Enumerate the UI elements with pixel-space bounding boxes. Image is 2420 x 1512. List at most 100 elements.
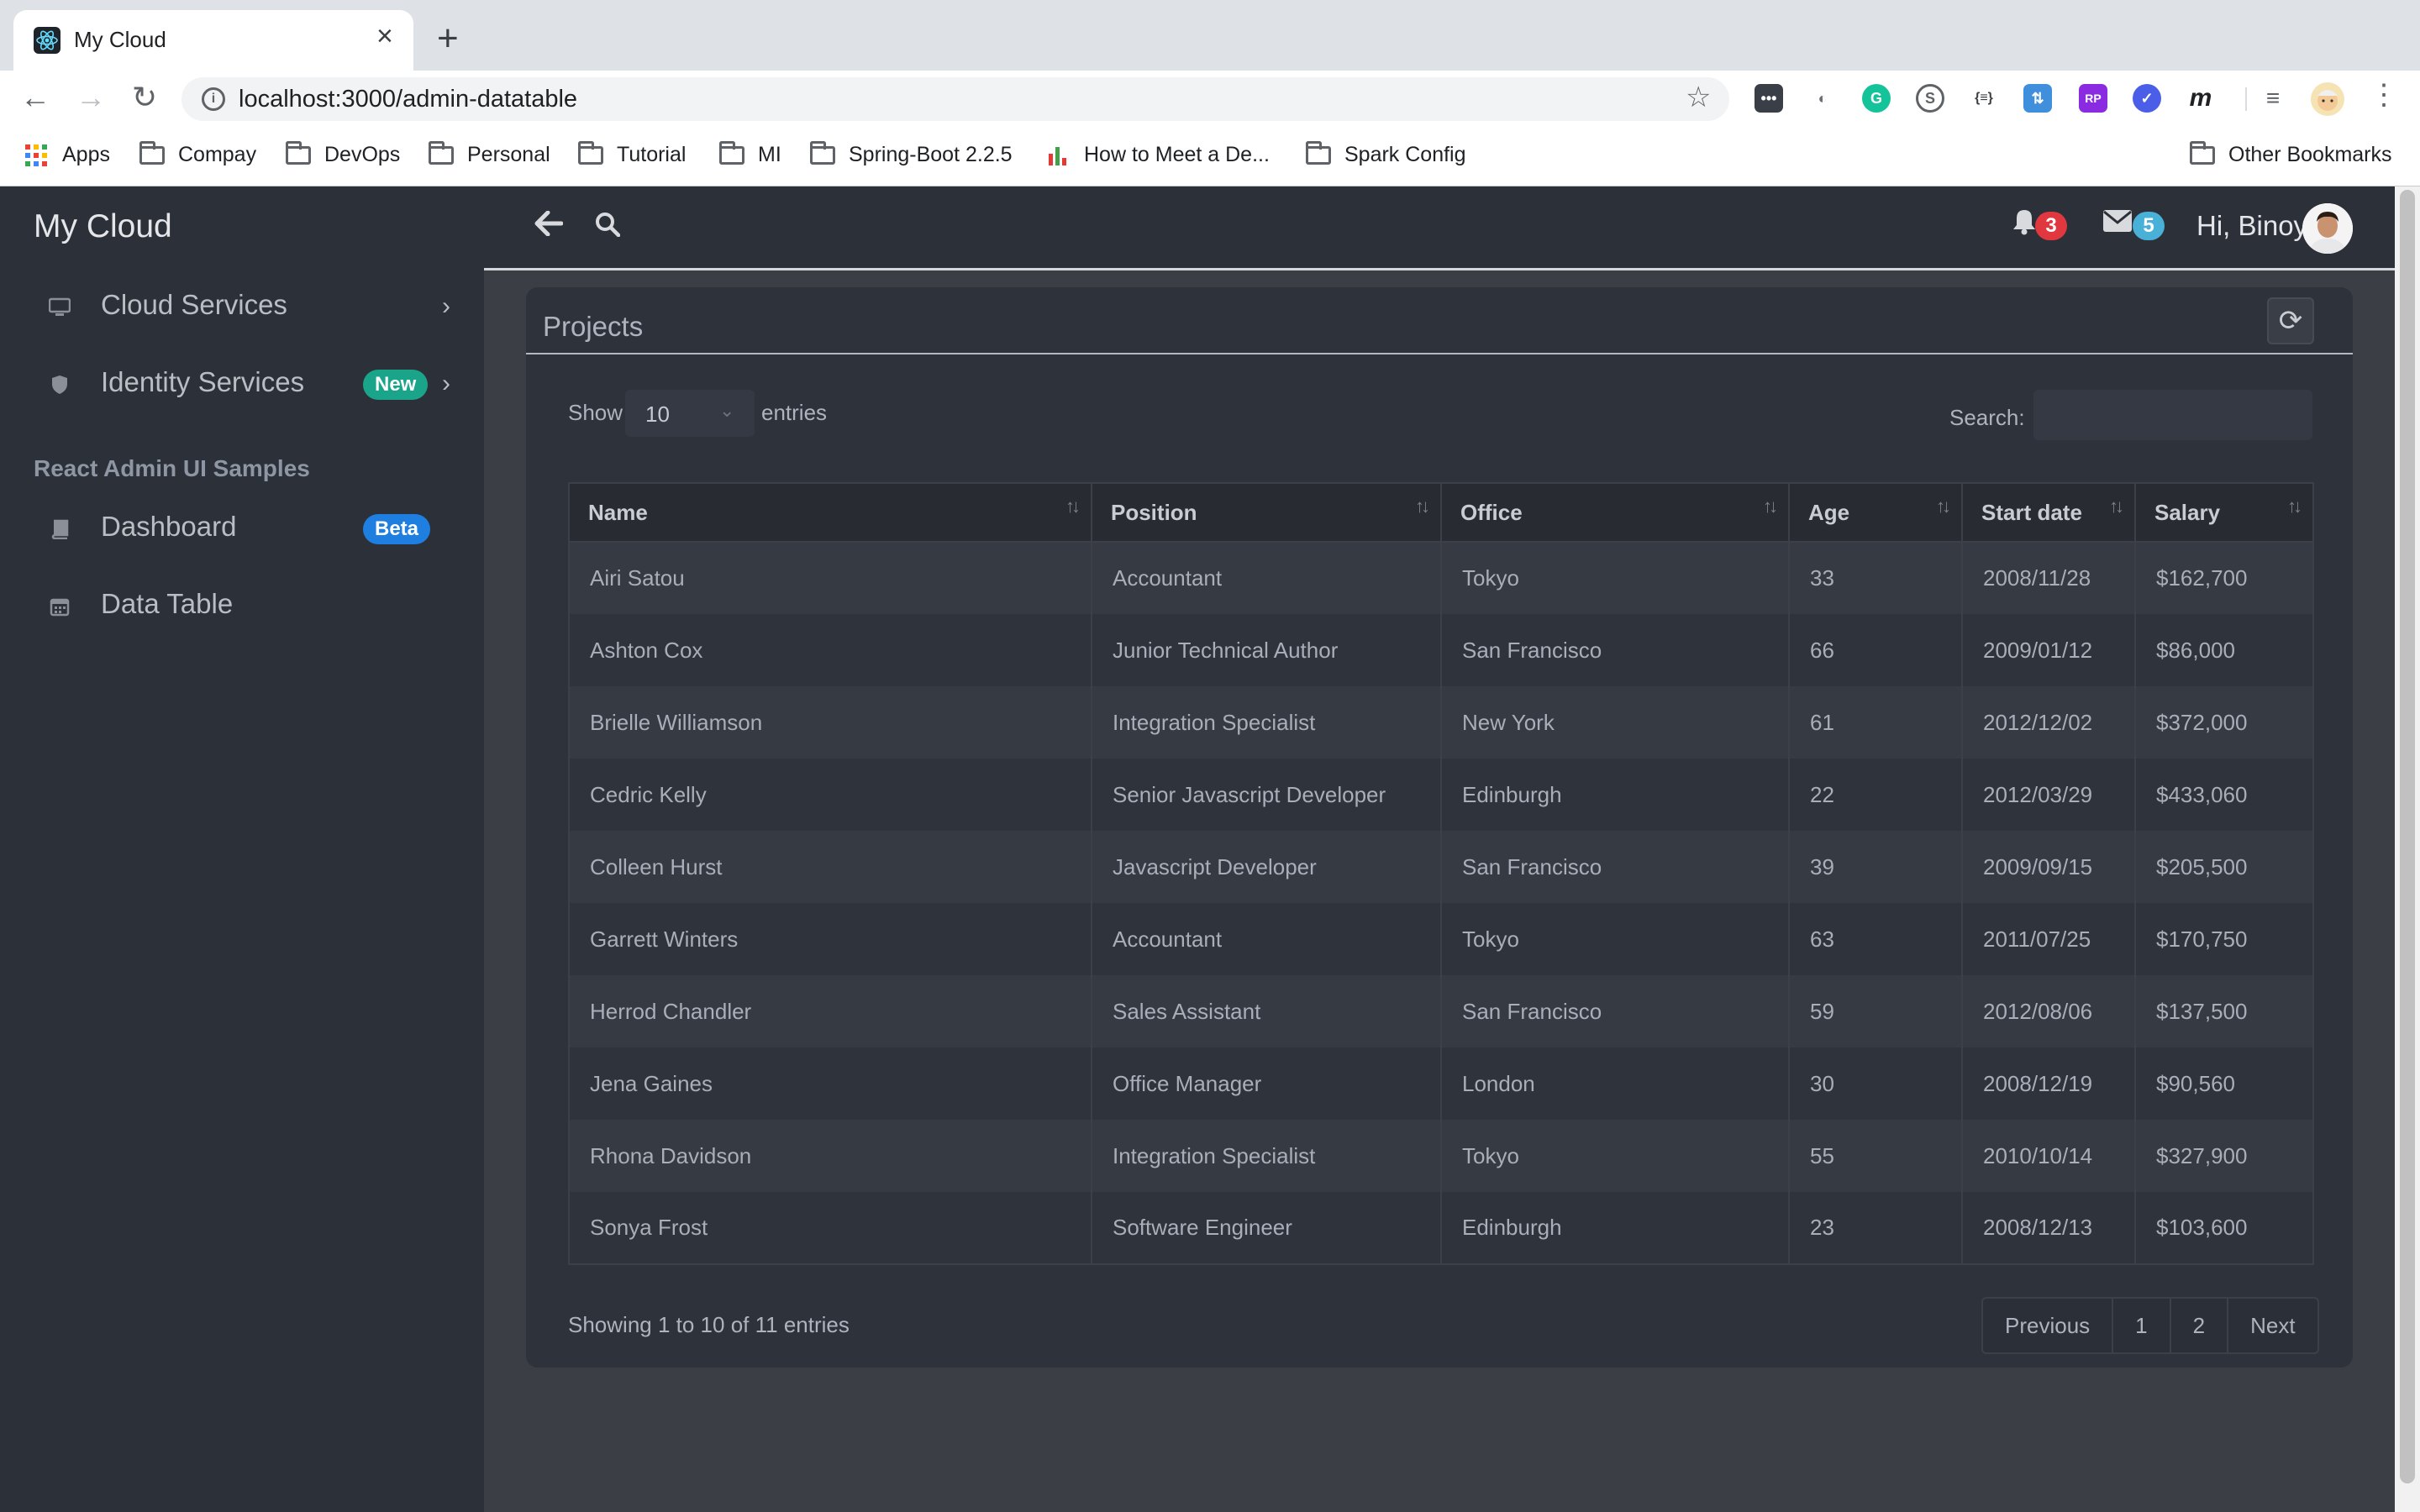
column-header-name[interactable]: Name ↑↓	[568, 482, 1092, 543]
back-arrow-icon[interactable]	[534, 207, 564, 244]
cell-age: 23	[1788, 1192, 1963, 1265]
bookmark-folder-devops[interactable]: DevOps	[286, 140, 400, 167]
app-brand[interactable]: My Cloud	[34, 208, 172, 245]
cell-name: Cedric Kelly	[568, 759, 1092, 831]
sort-icon: ↑↓	[1763, 496, 1778, 517]
bookmark-label: Other Bookmarks	[2228, 143, 2392, 166]
other-bookmarks[interactable]: Other Bookmarks	[2190, 140, 2392, 167]
table-row[interactable]: Ashton Cox Junior Technical Author San Fra…	[568, 614, 2314, 686]
browser-tab[interactable]: My Cloud ×	[13, 10, 413, 71]
url-text[interactable]: localhost:3000/admin-datatable	[239, 86, 577, 113]
bookmark-folder-spark-config[interactable]: Spark Config	[1306, 140, 1466, 167]
bookmark-star-icon[interactable]: ☆	[1686, 81, 1711, 114]
site-info-icon[interactable]: i	[202, 87, 225, 111]
sort-icon: ↑↓	[1065, 496, 1081, 517]
reload-icon[interactable]: ↻	[126, 79, 163, 116]
back-arrow-icon[interactable]: ←	[17, 79, 54, 116]
bookmark-folder-personal[interactable]: Personal	[429, 140, 550, 167]
sidebar-section-title: React Admin UI Samples	[34, 455, 310, 481]
cell-position: Junior Technical Author	[1091, 614, 1442, 686]
table-search-input[interactable]	[2033, 390, 2312, 440]
forward-arrow-icon[interactable]: →	[72, 79, 109, 116]
bookmark-folder-spring-boot[interactable]: Spring-Boot 2.2.5	[810, 140, 1013, 167]
cell-salary: $327,900	[2134, 1120, 2314, 1192]
cell-age: 63	[1788, 903, 1963, 975]
table-row[interactable]: Garrett Winters Accountant Tokyo 63 2011/07/…	[568, 903, 2314, 975]
column-header-age[interactable]: Age ↑↓	[1788, 482, 1963, 543]
bookmark-meet-a-dev[interactable]: How to Meet a De...	[1049, 143, 1270, 167]
media-queue-icon[interactable]: ≡	[2259, 84, 2287, 113]
page-1-button[interactable]: 1	[2113, 1299, 2171, 1352]
column-header-position[interactable]: Position ↑↓	[1091, 482, 1442, 543]
cell-start-date: 2012/08/06	[1961, 975, 2136, 1047]
folder-icon	[429, 140, 454, 165]
cell-position: Office Manager	[1091, 1047, 1442, 1120]
tab-title: My Cloud	[74, 27, 166, 52]
bell-icon[interactable]	[2012, 208, 2037, 243]
page-2-button[interactable]: 2	[2171, 1299, 2229, 1352]
sidebar-item-identity-services[interactable]: Identity Services New ›	[0, 351, 484, 418]
main-header: 3 5 Hi, Binoy	[484, 186, 2395, 270]
table-row[interactable]: Jena Gaines Office Manager London 30 2008/12…	[568, 1047, 2314, 1120]
extension-check-icon[interactable]: ✓	[2133, 84, 2161, 113]
chrome-menu-icon[interactable]: ⋮	[2370, 81, 2398, 109]
json-formatter-icon[interactable]: {≡}	[1970, 84, 1998, 113]
bookmark-folder-tutorial[interactable]: Tutorial	[578, 140, 686, 167]
address-bar[interactable]: i localhost:3000/admin-datatable ☆	[182, 77, 1729, 121]
profile-avatar-icon[interactable]	[2311, 82, 2344, 116]
table-row[interactable]: Rhona Davidson Integration Specialist Toky…	[568, 1120, 2314, 1192]
cell-start-date: 2011/07/25	[1961, 903, 2136, 975]
table-row[interactable]: Brielle Williamson Integration Specialist…	[568, 686, 2314, 759]
page-scrollbar-thumb[interactable]	[2400, 190, 2415, 1483]
table-row[interactable]: Colleen Hurst Javascript Developer San Fra…	[568, 831, 2314, 903]
skype-icon[interactable]: S	[1916, 84, 1944, 113]
bookmark-folder-mi[interactable]: MI	[719, 140, 781, 167]
bookmark-label: Apps	[62, 143, 110, 166]
tab-close-icon[interactable]: ×	[376, 22, 393, 50]
column-header-salary[interactable]: Salary ↑↓	[2134, 482, 2314, 543]
cell-name: Garrett Winters	[568, 903, 1092, 975]
extension-m-icon[interactable]: m	[2186, 84, 2215, 113]
table-row[interactable]: Airi Satou Accountant Tokyo 33 2008/11/28 $16…	[568, 542, 2314, 614]
sidebar-item-label: Dashboard	[101, 511, 237, 542]
cell-start-date: 2009/01/12	[1961, 614, 2136, 686]
sidebar-item-cloud-services[interactable]: Cloud Services ›	[0, 274, 484, 341]
notifications-badge: 3	[2035, 212, 2067, 240]
new-tab-icon[interactable]: +	[437, 20, 459, 57]
column-header-start-date[interactable]: Start date ↑↓	[1961, 482, 2136, 543]
user-avatar[interactable]	[2302, 203, 2353, 254]
cell-salary: $137,500	[2134, 975, 2314, 1047]
search-icon[interactable]	[595, 212, 621, 238]
bookmark-folder-compay[interactable]: Compay	[139, 140, 256, 167]
new-badge: New	[363, 370, 429, 400]
sidebar-item-data-table[interactable]: Data Table	[0, 573, 484, 640]
extension-circle-icon[interactable]: ◐	[1808, 84, 1837, 113]
previous-page-button[interactable]: Previous	[1983, 1299, 2114, 1352]
next-page-button[interactable]: Next	[2228, 1299, 2317, 1352]
extension-dots-icon[interactable]: •••	[1754, 84, 1783, 113]
extension-rp-icon[interactable]: RP	[2079, 84, 2107, 113]
cell-age: 22	[1788, 759, 1963, 831]
cell-salary: $86,000	[2134, 614, 2314, 686]
browser-tab-strip: My Cloud × +	[0, 0, 2420, 71]
cell-position: Javascript Developer	[1091, 831, 1442, 903]
table-row[interactable]: Herrod Chandler Sales Assistant San Franci…	[568, 975, 2314, 1047]
grammarly-icon[interactable]: G	[1862, 84, 1891, 113]
table-row[interactable]: Cedric Kelly Senior Javascript Developer E…	[568, 759, 2314, 831]
cell-office: San Francisco	[1440, 831, 1790, 903]
bookmark-apps[interactable]: Apps	[25, 143, 110, 167]
user-greeting[interactable]: Hi, Binoy	[2196, 210, 2307, 242]
mail-icon[interactable]	[2102, 205, 2133, 241]
entries-per-page-select[interactable]: 10 ⌄	[625, 390, 755, 437]
sidebar-item-dashboard[interactable]: Dashboard Beta	[0, 496, 484, 563]
beta-badge: Beta	[363, 514, 431, 544]
cell-position: Senior Javascript Developer	[1091, 759, 1442, 831]
refresh-button[interactable]: ⟳	[2267, 297, 2314, 344]
entries-label: entries	[761, 400, 828, 425]
cell-position: Integration Specialist	[1091, 686, 1442, 759]
cell-name: Jena Gaines	[568, 1047, 1092, 1120]
extension-arrows-icon[interactable]: ⇅	[2023, 84, 2052, 113]
cell-age: 66	[1788, 614, 1963, 686]
table-row[interactable]: Sonya Frost Software Engineer Edinburgh 23 2…	[568, 1192, 2314, 1265]
column-header-office[interactable]: Office ↑↓	[1440, 482, 1790, 543]
